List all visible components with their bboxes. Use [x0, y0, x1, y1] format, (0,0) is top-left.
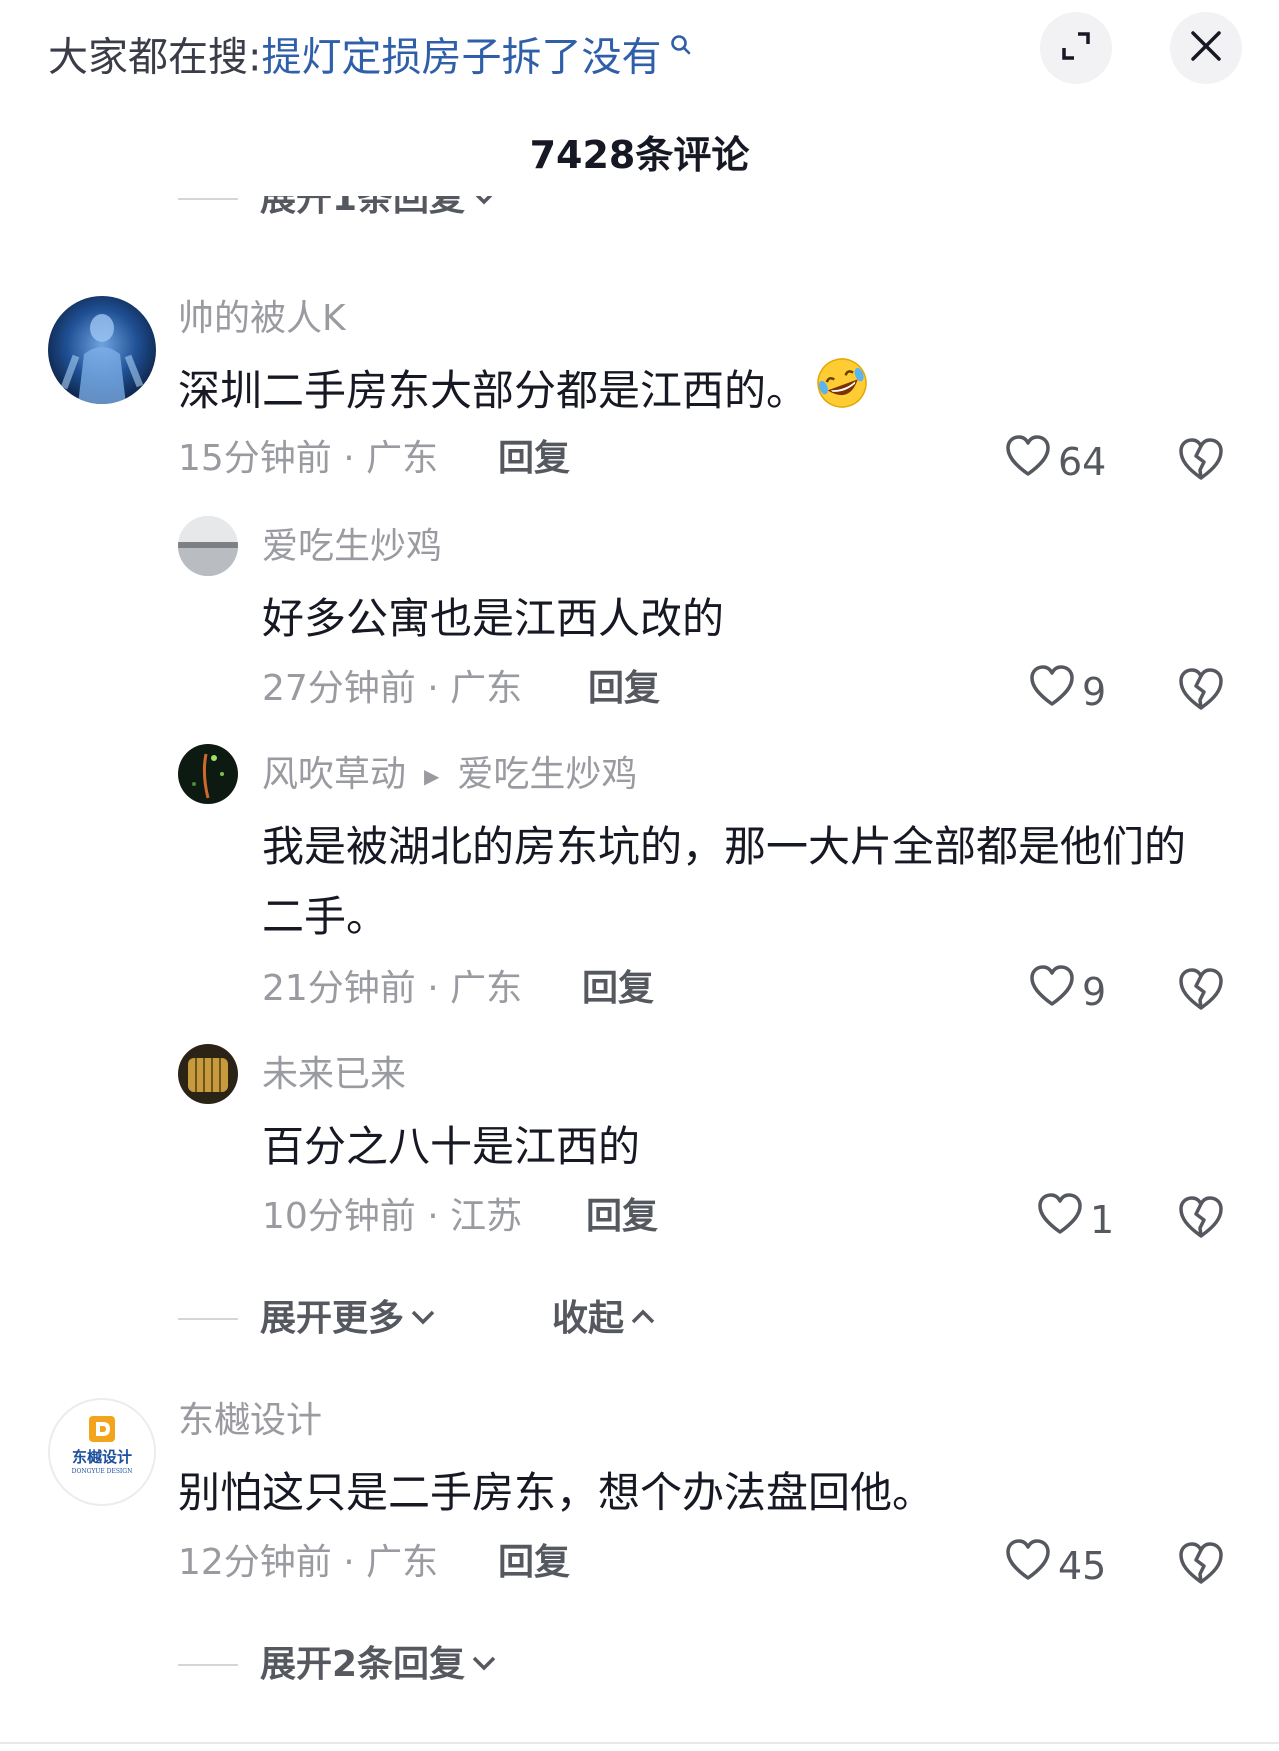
like-button[interactable]: 1 — [1036, 1192, 1114, 1248]
search-suggestion-query[interactable]: 提灯定损房子拆了没有 — [261, 34, 661, 80]
dislike-button[interactable] — [1176, 666, 1226, 716]
comment-count-title: 7428条评论 — [529, 133, 750, 177]
close-icon — [1189, 29, 1223, 67]
heart-icon — [1004, 434, 1058, 490]
reply-meta: 10分钟前 · 江苏 — [262, 1196, 523, 1237]
reply-button[interactable]: 回复 — [498, 434, 570, 484]
expand-button[interactable] — [1040, 12, 1112, 84]
avatar[interactable] — [178, 516, 238, 576]
reply-text: 百分之八十是江西的 — [262, 1122, 641, 1171]
reply-text: 好多公寓也是江西人改的 — [262, 594, 725, 643]
reply-button[interactable]: 回复 — [586, 1192, 658, 1242]
heart-icon — [1004, 1538, 1058, 1594]
expand-more-button[interactable]: 展开更多 — [260, 1294, 404, 1344]
expand-replies-button[interactable]: 展开2条回复 — [260, 1640, 465, 1690]
heart-icon — [1028, 964, 1082, 1020]
like-count: 1 — [1090, 1198, 1115, 1242]
reply-username[interactable]: 爱吃生炒鸡 — [262, 522, 442, 572]
avatar[interactable] — [48, 296, 156, 404]
thread-controls: 展开更多 — [178, 1294, 436, 1344]
dislike-button[interactable] — [1176, 966, 1226, 1016]
expand-icon — [1058, 28, 1094, 68]
reply-arrow-icon: ▶ — [424, 764, 440, 788]
heart-icon — [1036, 1192, 1090, 1248]
comment-username[interactable]: 东樾设计 — [178, 1396, 322, 1446]
reply-button[interactable]: 回复 — [498, 1538, 570, 1588]
reply-meta: 21分钟前 · 广东 — [262, 968, 523, 1009]
logo-subtext: DONGYUE DESIGN — [71, 1468, 133, 1475]
reply-username[interactable]: 风吹草动 — [262, 754, 406, 795]
search-suggestion-prefix: 大家都在搜: — [48, 34, 262, 81]
rofl-emoji — [812, 355, 872, 432]
reply-text: 我是被湖北的房东坑的，那一大片全部都是他们的二手。 — [262, 822, 1187, 941]
dislike-button[interactable] — [1176, 1194, 1226, 1244]
comment-meta: 15分钟前 · 广东 — [178, 438, 439, 479]
reply-username[interactable]: 未来已来 — [262, 1050, 406, 1100]
dislike-button[interactable] — [1176, 436, 1226, 486]
collapse-button[interactable]: 收起 — [552, 1294, 624, 1344]
like-button[interactable]: 9 — [1028, 664, 1106, 720]
comment-text: 别怕这只是二手房东，想个办法盘回他。 — [178, 1468, 935, 1517]
clipped-expand-replies[interactable]: 展开1条回复 — [0, 196, 1279, 240]
broken-heart-icon — [1176, 1542, 1226, 1590]
chevron-down-icon — [410, 1308, 436, 1330]
divider-line — [178, 198, 238, 200]
comment-username[interactable]: 帅的被人K — [178, 294, 346, 344]
broken-heart-icon — [1176, 1196, 1226, 1244]
like-button[interactable]: 64 — [1004, 434, 1106, 490]
logo-mark — [50, 1414, 154, 1448]
reply-button[interactable]: 回复 — [588, 664, 660, 714]
like-count: 64 — [1058, 440, 1107, 484]
divider-line — [178, 1664, 238, 1666]
avatar[interactable]: 东樾设计 DONGYUE DESIGN — [48, 1398, 156, 1506]
logo-text: 东樾设计 — [71, 1448, 132, 1466]
like-count: 9 — [1082, 670, 1107, 714]
avatar[interactable] — [178, 744, 238, 804]
broken-heart-icon — [1176, 968, 1226, 1016]
like-button[interactable]: 9 — [1028, 964, 1106, 1020]
chevron-up-icon — [630, 1308, 656, 1330]
magnifier-icon — [661, 33, 691, 63]
avatar[interactable] — [178, 1044, 238, 1104]
expand-replies-row[interactable]: 展开2条回复 — [178, 1640, 497, 1690]
chevron-down-icon — [471, 1654, 497, 1676]
search-suggestion[interactable]: 大家都在搜:提灯定损房子拆了没有 — [48, 20, 692, 85]
divider-line — [178, 1318, 238, 1320]
like-button[interactable]: 45 — [1004, 1538, 1106, 1594]
broken-heart-icon — [1176, 438, 1226, 486]
collapse-control[interactable]: 收起 — [552, 1294, 656, 1344]
dislike-button[interactable] — [1176, 1540, 1226, 1590]
like-count: 9 — [1082, 970, 1107, 1014]
bottom-divider — [0, 1742, 1279, 1744]
reply-button[interactable]: 回复 — [582, 964, 654, 1014]
chevron-down-icon — [471, 196, 497, 210]
like-count: 45 — [1058, 1544, 1107, 1588]
reply-username-line: 风吹草动 ▶ 爱吃生炒鸡 — [262, 750, 637, 801]
close-button[interactable] — [1170, 12, 1242, 84]
broken-heart-icon — [1176, 668, 1226, 716]
comment-text: 深圳二手房东大部分都是江西的。 — [178, 355, 872, 432]
comment-body: 深圳二手房东大部分都是江西的。 — [178, 366, 809, 415]
expand-replies-label[interactable]: 展开1条回复 — [260, 196, 465, 224]
heart-icon — [1028, 664, 1082, 720]
comment-meta: 12分钟前 · 广东 — [178, 1542, 439, 1583]
reply-meta: 27分钟前 · 广东 — [262, 668, 523, 709]
reply-to-username[interactable]: 爱吃生炒鸡 — [457, 754, 637, 795]
